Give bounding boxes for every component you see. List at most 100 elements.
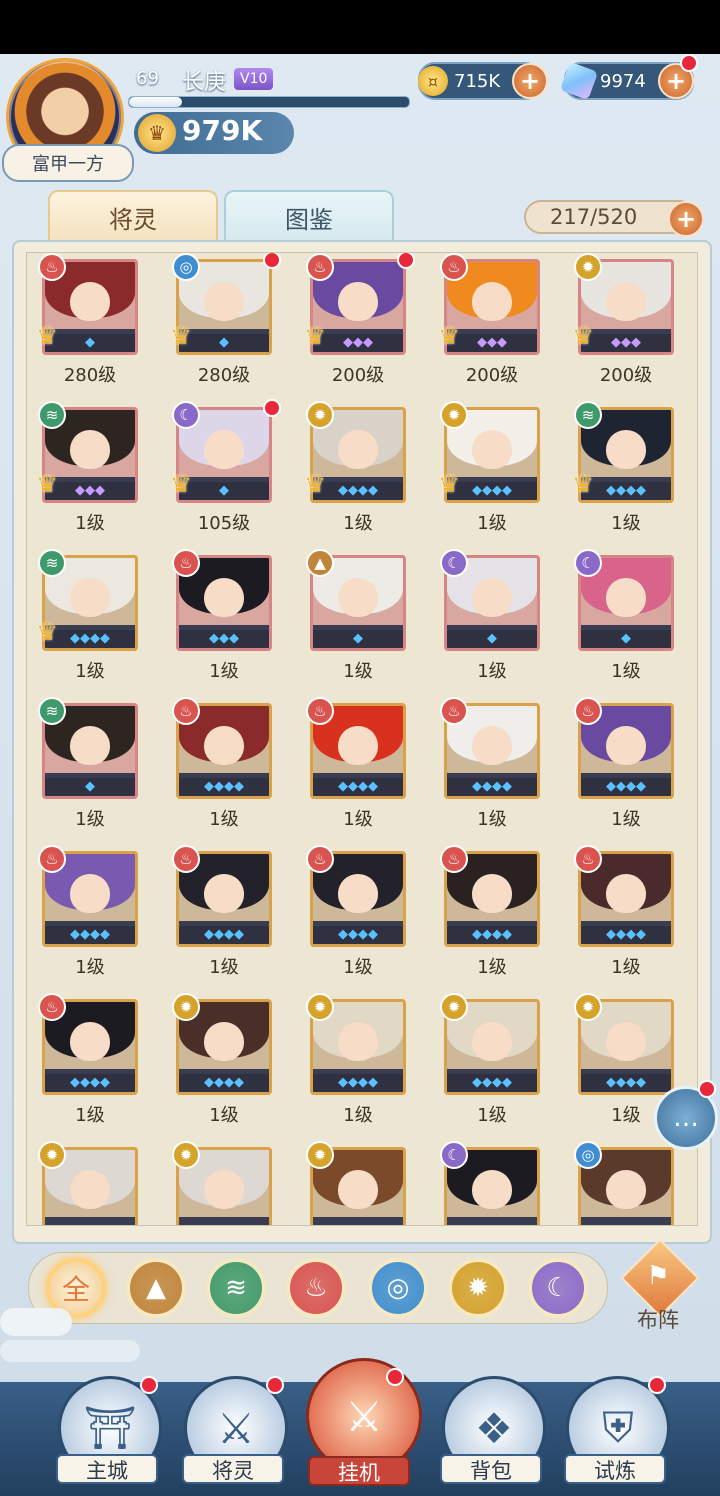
hero-card[interactable]: ◆◆◆◆ ♨ 1级 [563,697,697,845]
hero-card[interactable]: ◆ ≋ 1级 [27,697,161,845]
filter-fire-element-button[interactable]: ♨ [286,1258,346,1318]
hero-card[interactable]: ✹ [27,1141,161,1225]
light-element-icon: ✹ [574,993,602,1021]
hero-card[interactable]: ◆◆◆◆ ✹ 1级 [161,993,295,1141]
hero-face [472,873,512,914]
hero-face [204,873,244,914]
hero-level: 1级 [343,1105,373,1126]
nav-bag-button[interactable]: ❖ 背包 [436,1372,546,1486]
light-element-icon: ✹ [172,1141,200,1169]
filter-wind-element-button[interactable]: ≋ [206,1258,266,1318]
add-gold-button[interactable]: + [512,63,548,99]
hero-card[interactable]: ◆◆◆◆ ♨ 1级 [27,993,161,1141]
hero-star-rank: ◆◆◆◆ [447,1074,537,1092]
hero-card[interactable]: ◆ ☾ 1级 [563,549,697,697]
hero-card[interactable]: ◆ ◎ ♛ 280级 [161,253,295,401]
hero-card[interactable]: ◆ ▲ 1级 [295,549,429,697]
hero-robe [45,1216,135,1225]
light-element-icon: ✹ [172,993,200,1021]
tab-codex[interactable]: 图鉴 [224,190,394,242]
player-title-badge: 富甲一方 [2,144,134,182]
hero-level: 1级 [477,661,507,682]
nav-shield-button[interactable]: ⛨ 试炼 [560,1372,670,1486]
awaken-crown-icon: ♛ [170,470,192,498]
gem-icon [559,61,599,101]
hero-card[interactable]: ◆◆◆ ≋ ♛ 1级 [27,401,161,549]
hero-card[interactable]: ◆◆◆ ♨ ♛ 200级 [429,253,563,401]
gold-value: 715K [454,70,501,92]
fire-element-icon: ♨ [172,549,200,577]
hero-face [70,873,110,914]
player-name: 长庚 [182,70,227,95]
awaken-crown-icon: ♛ [36,470,58,498]
hero-card[interactable]: ◆◆◆ ♨ ♛ 200级 [295,253,429,401]
hero-face [606,725,646,766]
nav-castle-button[interactable]: ⛩ 主城 [52,1372,162,1486]
hero-card[interactable]: ◆◆◆◆ ✹ 1级 [429,993,563,1141]
hero-card[interactable]: ◆ ☾ ♛ 105级 [161,399,295,549]
awaken-crown-icon: ♛ [438,470,460,498]
hero-star-rank: ◆◆◆◆ [45,1074,135,1092]
filter-water-element-button[interactable]: ◎ [368,1258,428,1318]
hero-card[interactable]: ◆◆◆◆ ♨ 1级 [161,697,295,845]
hero-card[interactable]: ◆◆◆◆ ♨ 1级 [563,845,697,993]
filter-mountain-element-button[interactable]: ▲ [126,1258,186,1318]
water-element-icon: ◎ [172,253,200,281]
hero-card[interactable]: ◆◆◆◆ ✹ ♛ 1级 [429,401,563,549]
nav-label: 试炼 [564,1454,666,1484]
gem-value: 9974 [600,70,646,92]
hero-level: 1级 [477,957,507,978]
hero-face [472,577,512,618]
gems-red-dot [680,54,698,72]
hero-card[interactable]: ◆◆◆◆ ♨ 1级 [295,845,429,993]
nav-label: 背包 [440,1454,542,1484]
chat-red-dot [698,1080,716,1098]
hero-level: 1级 [611,957,641,978]
hero-robe [179,1216,269,1225]
hero-face [472,725,512,766]
hero-face [70,1021,110,1062]
awaken-crown-icon: ♛ [304,322,326,350]
hero-face [338,1021,378,1062]
vip-badge[interactable]: V10 [234,68,274,90]
hero-star-rank: ◆◆◆◆ [447,926,537,944]
expand-capacity-button[interactable]: + [668,201,704,237]
hero-card[interactable]: ☾ [429,1141,563,1225]
hero-face [606,873,646,914]
hero-card[interactable]: ◆◆◆◆ ≋ ♛ 1级 [563,401,697,549]
nav-swords-button[interactable]: ⚔ 挂机 [300,1348,422,1488]
fire-element-icon: ♨ [306,697,334,725]
hero-face [606,429,646,470]
hero-card[interactable]: ◆◆◆◆ ≋ ♛ 1级 [27,549,161,697]
hero-card[interactable]: ◆◆◆ ♨ 1级 [161,549,295,697]
tab-heroes[interactable]: 将灵 [48,190,218,242]
filter-light-element-button[interactable]: ✹ [448,1258,508,1318]
hero-card[interactable]: ◆◆◆◆ ♨ 1级 [295,697,429,845]
hero-card[interactable]: ◆◆◆◆ ♨ 1级 [429,845,563,993]
nav-helmet-button[interactable]: ⚔ 将灵 [178,1372,288,1486]
fire-element-icon: ♨ [574,697,602,725]
hero-card[interactable]: ◆◆◆ ✹ ♛ 200级 [563,253,697,401]
hero-level: 200级 [599,365,653,386]
hero-card[interactable]: ◆◆◆◆ ♨ 1级 [429,697,563,845]
awaken-crown-icon: ♛ [572,470,594,498]
hero-card[interactable]: ◆ ☾ 1级 [429,549,563,697]
filter-dark-element-button[interactable]: ☾ [528,1258,588,1318]
hero-card[interactable]: ◆◆◆◆ ♨ 1级 [27,845,161,993]
hero-card[interactable]: ✹ [295,1141,429,1225]
hero-star-rank: ◆◆◆◆ [179,778,269,796]
hero-card[interactable]: ◆◆◆◆ ✹ 1级 [295,993,429,1141]
hero-card[interactable]: ◆◆◆◆ ✹ ♛ 1级 [295,401,429,549]
light-element-icon: ✹ [306,993,334,1021]
formation-button[interactable]: ⚑ 布阵 [620,1238,700,1332]
hero-star-rank: ◆◆◆◆ [179,926,269,944]
hero-face [338,577,378,618]
hero-red-dot [263,399,281,417]
hero-card[interactable]: ✹ [161,1141,295,1225]
hero-grid-viewport[interactable]: ◆ ♨ ♛ 280级 ◆ ◎ ♛ 280级 ◆◆◆ ♨ ♛ 200级 ◆◆◆ ♨ ♛ 200级 ◆◆◆ ✹ ♛ 200… [26,252,698,1226]
hero-card[interactable]: ◆ ♨ ♛ 280级 [27,253,161,401]
hero-card[interactable]: ◎ [563,1141,697,1225]
hero-face [204,1169,244,1210]
hero-card[interactable]: ◆◆◆◆ ♨ 1级 [161,845,295,993]
light-element-icon: ✹ [574,253,602,281]
